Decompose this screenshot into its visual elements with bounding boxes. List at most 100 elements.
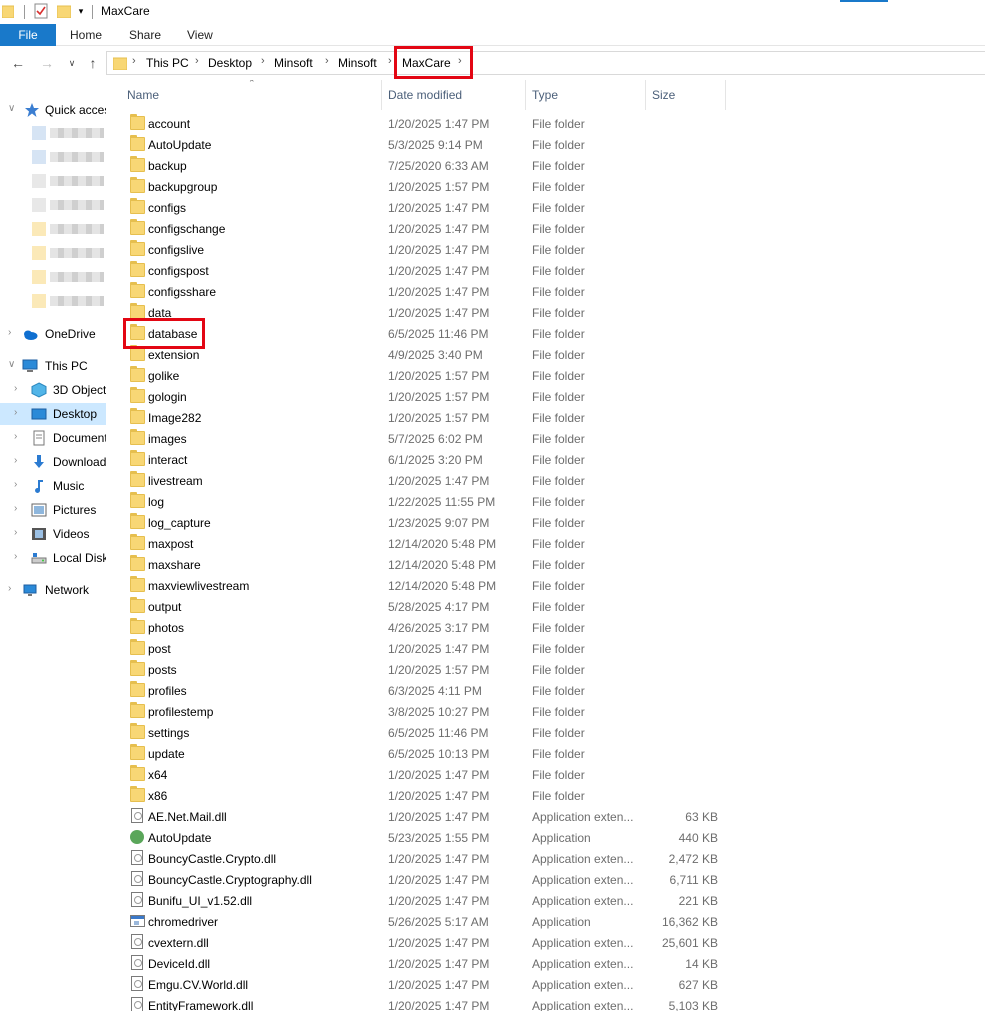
forward-arrow-icon[interactable]: → — [38, 54, 56, 72]
new-folder-icon[interactable] — [57, 4, 71, 18]
chevron-right-icon[interactable]: › — [388, 55, 392, 67]
column-header-name[interactable]: Name — [127, 88, 159, 102]
table-row[interactable]: BouncyCastle.Cryptography.dll 1/20/2025 1… — [108, 869, 985, 890]
recent-locations-icon[interactable]: ∨ — [63, 54, 81, 72]
breadcrumb-maxcare[interactable]: MaxCare — [402, 56, 451, 70]
nav-videos[interactable]: › Videos — [0, 523, 106, 545]
table-row[interactable]: profiles 6/3/2025 4:11 PM File folder — [108, 680, 985, 701]
table-row[interactable]: cvextern.dll 1/20/2025 1:47 PM Application… — [108, 932, 985, 953]
table-row[interactable]: account 1/20/2025 1:47 PM File folder — [108, 113, 985, 134]
breadcrumb-minsoft-2[interactable]: Minsoft — [338, 56, 377, 70]
tab-file[interactable]: File — [0, 24, 56, 46]
table-row[interactable]: images 5/7/2025 6:02 PM File folder — [108, 428, 985, 449]
expand-icon[interactable]: › — [8, 327, 11, 338]
expand-icon[interactable]: › — [14, 383, 17, 394]
chevron-right-icon[interactable]: › — [195, 55, 199, 67]
table-row[interactable]: maxpost 12/14/2020 5:48 PM File folder — [108, 533, 985, 554]
table-row[interactable]: backupgroup 1/20/2025 1:57 PM File folder — [108, 176, 985, 197]
address-bar[interactable]: › This PC › Desktop › Minsoft › Minsoft … — [106, 51, 985, 75]
column-divider[interactable] — [381, 80, 382, 110]
nav-network[interactable]: › Network — [0, 579, 106, 601]
tab-home[interactable]: Home — [70, 24, 102, 46]
table-row[interactable]: profilestemp 3/8/2025 10:27 PM File folder — [108, 701, 985, 722]
table-row[interactable]: BouncyCastle.Crypto.dll 1/20/2025 1:47 PM… — [108, 848, 985, 869]
table-row[interactable]: configschange 1/20/2025 1:47 PM File folde… — [108, 218, 985, 239]
column-header-size[interactable]: Size — [652, 88, 675, 102]
table-row[interactable]: output 5/28/2025 4:17 PM File folder — [108, 596, 985, 617]
nav-music[interactable]: › Music — [0, 475, 106, 497]
nav-desktop[interactable]: › Desktop — [0, 403, 106, 425]
table-row[interactable]: configsshare 1/20/2025 1:47 PM File folder — [108, 281, 985, 302]
expand-icon[interactable]: › — [14, 551, 17, 562]
nav-onedrive[interactable]: › OneDrive — [0, 323, 106, 345]
table-row[interactable]: Image282 1/20/2025 1:57 PM File folder — [108, 407, 985, 428]
table-row[interactable]: posts 1/20/2025 1:57 PM File folder — [108, 659, 985, 680]
column-divider[interactable] — [645, 80, 646, 110]
table-row[interactable]: configspost 1/20/2025 1:47 PM File folder — [108, 260, 985, 281]
column-header-date[interactable]: Date modified — [388, 88, 462, 102]
table-row[interactable]: backup 7/25/2020 6:33 AM File folder — [108, 155, 985, 176]
expand-icon[interactable]: › — [14, 527, 17, 538]
expand-icon[interactable]: › — [14, 479, 17, 490]
chevron-right-icon[interactable]: › — [325, 55, 329, 67]
table-row[interactable]: update 6/5/2025 10:13 PM File folder — [108, 743, 985, 764]
nav-local-disk[interactable]: › Local Disk — [0, 547, 106, 569]
table-row[interactable]: maxshare 12/14/2020 5:48 PM File folder — [108, 554, 985, 575]
expand-icon[interactable]: › — [14, 503, 17, 514]
table-row[interactable]: database 6/5/2025 11:46 PM File folder — [108, 323, 985, 344]
table-row[interactable]: post 1/20/2025 1:47 PM File folder — [108, 638, 985, 659]
expand-icon[interactable]: ∨ — [8, 359, 15, 370]
column-header-type[interactable]: Type — [532, 88, 558, 102]
chevron-right-icon[interactable]: › — [132, 55, 136, 67]
table-row[interactable]: extension 4/9/2025 3:40 PM File folder — [108, 344, 985, 365]
table-row[interactable]: log 1/22/2025 11:55 PM File folder — [108, 491, 985, 512]
table-row[interactable]: AutoUpdate 5/3/2025 9:14 PM File folder — [108, 134, 985, 155]
expand-icon[interactable]: › — [14, 431, 17, 442]
table-row[interactable]: golike 1/20/2025 1:57 PM File folder — [108, 365, 985, 386]
breadcrumb-desktop[interactable]: Desktop — [208, 56, 252, 70]
column-divider[interactable] — [525, 80, 526, 110]
table-row[interactable]: x86 1/20/2025 1:47 PM File folder — [108, 785, 985, 806]
breadcrumb-minsoft[interactable]: Minsoft — [274, 56, 313, 70]
table-row[interactable]: EntityFramework.dll 1/20/2025 1:47 PM Appl… — [108, 995, 985, 1011]
expand-icon[interactable]: › — [8, 583, 11, 594]
table-row[interactable]: configs 1/20/2025 1:47 PM File folder — [108, 197, 985, 218]
expand-icon[interactable]: › — [14, 455, 17, 466]
customize-quick-access-icon[interactable]: ▾ — [76, 6, 86, 16]
properties-icon[interactable] — [34, 3, 48, 19]
nav-downloads[interactable]: › Downloads — [0, 451, 106, 473]
tab-view[interactable]: View — [187, 24, 213, 46]
expand-icon[interactable]: › — [14, 407, 17, 418]
table-row[interactable]: configslive 1/20/2025 1:47 PM File folder — [108, 239, 985, 260]
tab-share[interactable]: Share — [129, 24, 161, 46]
table-row[interactable]: livestream 1/20/2025 1:47 PM File folder — [108, 470, 985, 491]
nav-pictures[interactable]: › Pictures — [0, 499, 106, 521]
nav-documents[interactable]: › Documents — [0, 427, 106, 449]
table-row[interactable]: settings 6/5/2025 11:46 PM File folder — [108, 722, 985, 743]
table-row[interactable]: photos 4/26/2025 3:17 PM File folder — [108, 617, 985, 638]
table-row[interactable]: AE.Net.Mail.dll 1/20/2025 1:47 PM Applicat… — [108, 806, 985, 827]
column-divider[interactable] — [725, 80, 726, 110]
table-row[interactable]: DeviceId.dll 1/20/2025 1:47 PM Application… — [108, 953, 985, 974]
expand-icon[interactable]: ∨ — [8, 103, 15, 114]
nav-this-pc[interactable]: ∨ This PC — [0, 355, 106, 377]
file-type: File folder — [532, 558, 585, 572]
table-row[interactable]: data 1/20/2025 1:47 PM File folder — [108, 302, 985, 323]
breadcrumb-this-pc[interactable]: This PC — [146, 56, 189, 70]
table-row[interactable]: maxviewlivestream 12/14/2020 5:48 PM File … — [108, 575, 985, 596]
nav-3d-objects[interactable]: › 3D Objects — [0, 379, 106, 401]
table-row[interactable]: Emgu.CV.World.dll 1/20/2025 1:47 PM Applic… — [108, 974, 985, 995]
table-row[interactable]: x64 1/20/2025 1:47 PM File folder — [108, 764, 985, 785]
chevron-right-icon[interactable]: › — [261, 55, 265, 67]
table-row[interactable]: gologin 1/20/2025 1:57 PM File folder — [108, 386, 985, 407]
file-size: 16,362 KB — [661, 915, 718, 929]
table-row[interactable]: Bunifu_UI_v1.52.dll 1/20/2025 1:47 PM Appl… — [108, 890, 985, 911]
table-row[interactable]: interact 6/1/2025 3:20 PM File folder — [108, 449, 985, 470]
table-row[interactable]: chromedriver 5/26/2025 5:17 AM Application… — [108, 911, 985, 932]
chevron-right-icon[interactable]: › — [458, 55, 462, 67]
nav-quick-access[interactable]: ∨ Quick access — [0, 99, 106, 121]
back-arrow-icon[interactable]: ← — [9, 54, 27, 72]
up-arrow-icon[interactable]: ↑ — [84, 54, 102, 72]
table-row[interactable]: log_capture 1/23/2025 9:07 PM File folder — [108, 512, 985, 533]
table-row[interactable]: AutoUpdate 5/23/2025 1:55 PM Application 44… — [108, 827, 985, 848]
